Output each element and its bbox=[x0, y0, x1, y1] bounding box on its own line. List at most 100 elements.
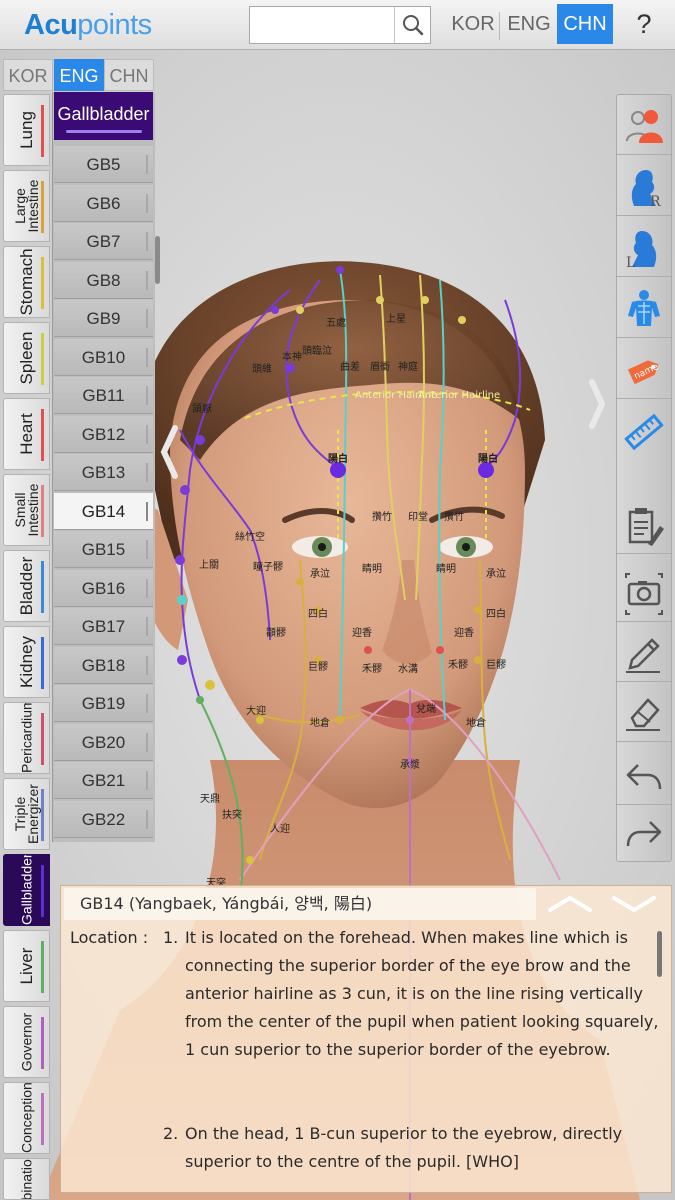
meridian-tab-conception[interactable]: Conception bbox=[3, 1082, 50, 1154]
point-item-gb8[interactable]: GB8 bbox=[54, 261, 153, 299]
lang-side-kor[interactable]: KOR bbox=[3, 59, 53, 91]
tool-left-side-button[interactable]: L bbox=[617, 217, 671, 277]
point-item-label: GB18 bbox=[81, 655, 126, 675]
tool-notes-button[interactable] bbox=[617, 494, 671, 554]
location-item-2-number: 2. bbox=[163, 1124, 179, 1143]
acupoint-label: 禾髎 bbox=[362, 663, 382, 675]
meridian-tab-kidney[interactable]: Kidney bbox=[3, 626, 50, 698]
point-item-tick bbox=[146, 463, 148, 482]
point-item-gb11[interactable]: GB11 bbox=[54, 377, 153, 414]
tool-right-side-button[interactable]: R bbox=[617, 156, 671, 216]
svg-text:L: L bbox=[626, 255, 635, 271]
point-item-gb14[interactable]: GB14 bbox=[54, 492, 153, 530]
point-item-gb13[interactable]: GB13 bbox=[54, 454, 153, 491]
acupoint-label: 印堂 bbox=[408, 511, 428, 523]
meridian-color-bar bbox=[41, 1017, 44, 1069]
point-item-gb16[interactable]: GB16 bbox=[54, 569, 153, 607]
point-item-gb21[interactable]: GB21 bbox=[54, 762, 153, 799]
tool-pencil-button[interactable] bbox=[617, 622, 671, 682]
tool-camera-button[interactable] bbox=[617, 562, 671, 622]
meridian-tab-liver[interactable]: Liver bbox=[3, 930, 50, 1002]
info-expand-button[interactable] bbox=[610, 892, 658, 914]
point-item-tick bbox=[146, 617, 148, 636]
acupoint-label: 巨髎 bbox=[308, 661, 328, 673]
meridian-tab-combination[interactable]: Combination bbox=[3, 1158, 50, 1200]
acupoint-label: 扶突 bbox=[222, 808, 242, 821]
meridian-tab-lung[interactable]: Lung bbox=[3, 94, 50, 166]
meridian-tab-triple-energizer[interactable]: Triple Energizer bbox=[3, 778, 50, 850]
point-item-gb18[interactable]: GB18 bbox=[54, 646, 153, 684]
point-item-gb19[interactable]: GB19 bbox=[54, 685, 153, 722]
tool-ruler-button[interactable] bbox=[617, 400, 671, 460]
meridian-tab-bladder[interactable]: Bladder bbox=[3, 550, 50, 622]
point-item-label: GB14 bbox=[81, 501, 126, 521]
meridian-label: Small Intestine bbox=[11, 483, 41, 537]
location-item-1-number: 1. bbox=[163, 928, 179, 947]
point-item-gb12[interactable]: GB12 bbox=[54, 415, 153, 453]
point-item-label: GB12 bbox=[81, 424, 126, 444]
tool-eraser-button[interactable] bbox=[617, 682, 671, 742]
meridian-label: Lung bbox=[16, 111, 36, 149]
point-item-label: GB22 bbox=[81, 809, 126, 829]
tool-view-mode-button[interactable] bbox=[617, 95, 671, 155]
search-input[interactable] bbox=[249, 6, 431, 44]
info-collapse-button[interactable] bbox=[546, 892, 594, 914]
ruler-icon bbox=[624, 413, 664, 451]
point-item-gb17[interactable]: GB17 bbox=[54, 608, 153, 645]
point-item-tick bbox=[146, 732, 148, 752]
meridian-tab-gallbladder[interactable]: Gallbladder bbox=[3, 854, 50, 926]
point-item-tick bbox=[146, 540, 148, 559]
meridian-color-bar bbox=[41, 789, 44, 841]
point-item-gb5[interactable]: GB5 bbox=[54, 146, 153, 183]
point-item-label: GB7 bbox=[86, 232, 121, 251]
meridian-tab-small-intestine[interactable]: Small Intestine bbox=[3, 474, 50, 546]
point-item-gb15[interactable]: GB15 bbox=[54, 531, 153, 568]
point-info-body[interactable]: Location : 1. It is located on the foreh… bbox=[70, 924, 660, 1186]
point-item-tick bbox=[146, 771, 148, 790]
acupoint-label: 地倉 bbox=[310, 716, 330, 729]
point-item-tick bbox=[146, 809, 148, 829]
meridian-label: Stomach bbox=[16, 248, 36, 316]
point-item-gb10[interactable]: GB10 bbox=[54, 338, 153, 376]
acupoint-label: 水溝 bbox=[398, 662, 418, 675]
acupoint-label: 神庭 bbox=[398, 360, 418, 373]
meridian-color-bar bbox=[41, 1093, 44, 1145]
tool-name-tag-button[interactable]: name bbox=[617, 339, 671, 399]
info-scrollbar[interactable] bbox=[657, 931, 662, 977]
point-item-gb7[interactable]: GB7 bbox=[54, 223, 153, 260]
meridian-tab-stomach[interactable]: Stomach bbox=[3, 246, 50, 318]
tool-undo-button[interactable] bbox=[617, 745, 671, 805]
lang-top-eng[interactable]: ENG bbox=[503, 4, 555, 44]
acupoint-label: 曲差 bbox=[340, 360, 360, 373]
meridian-tab-pericardium[interactable]: Pericardium bbox=[3, 702, 50, 774]
meridian-tab-heart[interactable]: Heart bbox=[3, 398, 50, 470]
tool-muscle-button[interactable] bbox=[617, 278, 671, 338]
meridian-tab-large-intestine[interactable]: Large Intestine bbox=[3, 170, 50, 242]
lang-side-eng[interactable]: ENG bbox=[54, 59, 104, 91]
chevron-down-icon bbox=[612, 896, 656, 912]
point-item-gb20[interactable]: GB20 bbox=[54, 723, 153, 761]
acupoint-label: 上關 bbox=[199, 559, 219, 571]
acupoint-label: 睛明 bbox=[362, 563, 382, 575]
lang-side-chn[interactable]: CHN bbox=[104, 59, 154, 91]
meridian-tab-governor[interactable]: Governor bbox=[3, 1006, 50, 1078]
point-item-gb6[interactable]: GB6 bbox=[54, 184, 153, 222]
eraser-icon bbox=[626, 698, 660, 731]
redo-icon bbox=[626, 821, 662, 847]
acupoint-label: 人迎 bbox=[270, 823, 290, 835]
meridian-tab-spleen[interactable]: Spleen bbox=[3, 322, 50, 394]
point-header-underline bbox=[66, 130, 142, 133]
lang-top-kor[interactable]: KOR bbox=[448, 4, 498, 44]
point-item-gb9[interactable]: GB9 bbox=[54, 300, 153, 337]
help-button[interactable]: ? bbox=[624, 4, 664, 44]
point-item-tick bbox=[146, 193, 148, 213]
search-button[interactable] bbox=[394, 7, 430, 43]
muscle-body-icon bbox=[628, 290, 660, 326]
meridian-color-bar bbox=[41, 181, 44, 233]
tool-redo-button[interactable] bbox=[617, 802, 671, 862]
point-list-scrollbar[interactable] bbox=[155, 236, 160, 284]
lang-top-chn[interactable]: CHN bbox=[557, 4, 613, 44]
point-item-gb22[interactable]: GB22 bbox=[54, 800, 153, 838]
acupoint-label: 大迎 bbox=[246, 704, 266, 717]
meridian-color-bar bbox=[41, 561, 44, 613]
